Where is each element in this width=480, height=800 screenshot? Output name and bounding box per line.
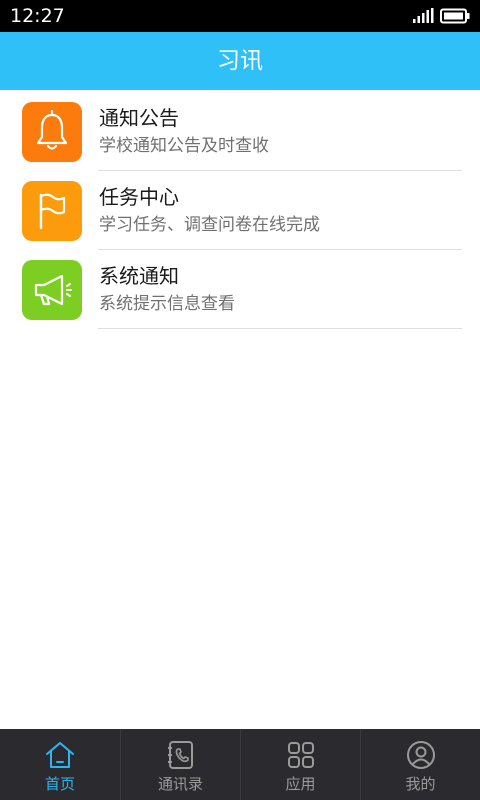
tab-label: 通讯录: [157, 775, 203, 793]
flag-icon: [22, 181, 82, 241]
item-subtitle: 学校通知公告及时查收: [99, 136, 269, 156]
home-icon: [46, 742, 74, 768]
tab-label: 我的: [405, 775, 436, 793]
feature-list: 通知公告 学校通知公告及时查收 任务中心 学习任务、调查问卷在线完成 系统通知 …: [0, 92, 480, 329]
item-title: 通知公告: [99, 106, 179, 130]
bottom-tab-bar: 首页 通讯录 应用 我的: [0, 729, 480, 800]
status-bar: 12:27: [0, 0, 480, 32]
list-item-announcements[interactable]: 通知公告 学校通知公告及时查收: [0, 92, 480, 171]
item-title: 系统通知: [99, 264, 179, 288]
item-subtitle: 学习任务、调查问卷在线完成: [99, 215, 320, 235]
app-title-bar: 习讯: [0, 32, 480, 90]
tab-label: 首页: [44, 775, 75, 793]
apps-grid-icon: [288, 742, 314, 768]
item-title: 任务中心: [99, 185, 179, 209]
battery-icon: [440, 8, 470, 24]
tab-apps[interactable]: 应用: [240, 729, 360, 800]
signal-icon: [413, 8, 434, 23]
tab-label: 应用: [285, 775, 316, 793]
list-item-system-notices[interactable]: 系统通知 系统提示信息查看: [0, 250, 480, 329]
megaphone-icon: [22, 260, 82, 320]
bell-icon: [22, 102, 82, 162]
list-item-task-center[interactable]: 任务中心 学习任务、调查问卷在线完成: [0, 171, 480, 250]
page-title: 习讯: [217, 48, 263, 74]
contacts-phone-icon: [168, 741, 193, 769]
tab-profile[interactable]: 我的: [360, 729, 480, 800]
tab-home[interactable]: 首页: [0, 729, 120, 800]
profile-icon: [407, 741, 435, 769]
tab-contacts[interactable]: 通讯录: [120, 729, 240, 800]
divider: [98, 328, 462, 329]
status-time: 12:27: [10, 5, 65, 27]
item-subtitle: 系统提示信息查看: [99, 294, 235, 314]
